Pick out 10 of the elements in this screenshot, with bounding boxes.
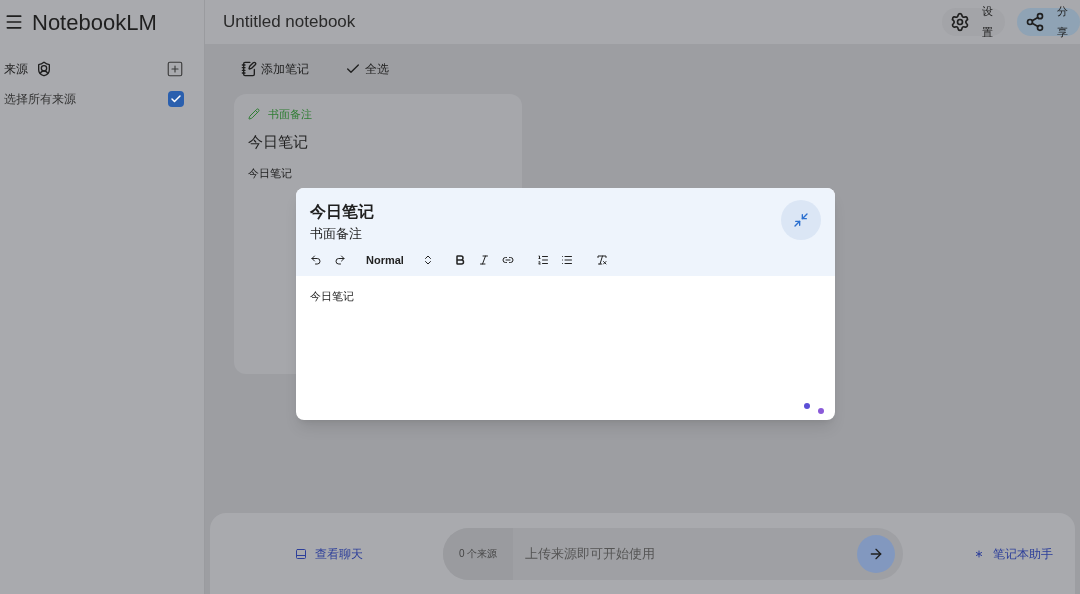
notebook-title: Untitled notebook: [223, 11, 356, 34]
app-title: NotebookLM: [32, 8, 157, 37]
note-tag: 书面备注: [268, 106, 312, 123]
editor-subtitle: 书面备注: [310, 225, 363, 243]
note-title: 今日笔记: [248, 131, 309, 152]
editor-title: 今日笔记: [310, 202, 374, 222]
sources-heading: 来源: [4, 61, 28, 78]
source-count: 0 个来源: [443, 527, 514, 580]
note-preview: 今日笔记: [248, 166, 293, 181]
select-all-label: 选择所有来源: [4, 91, 76, 108]
